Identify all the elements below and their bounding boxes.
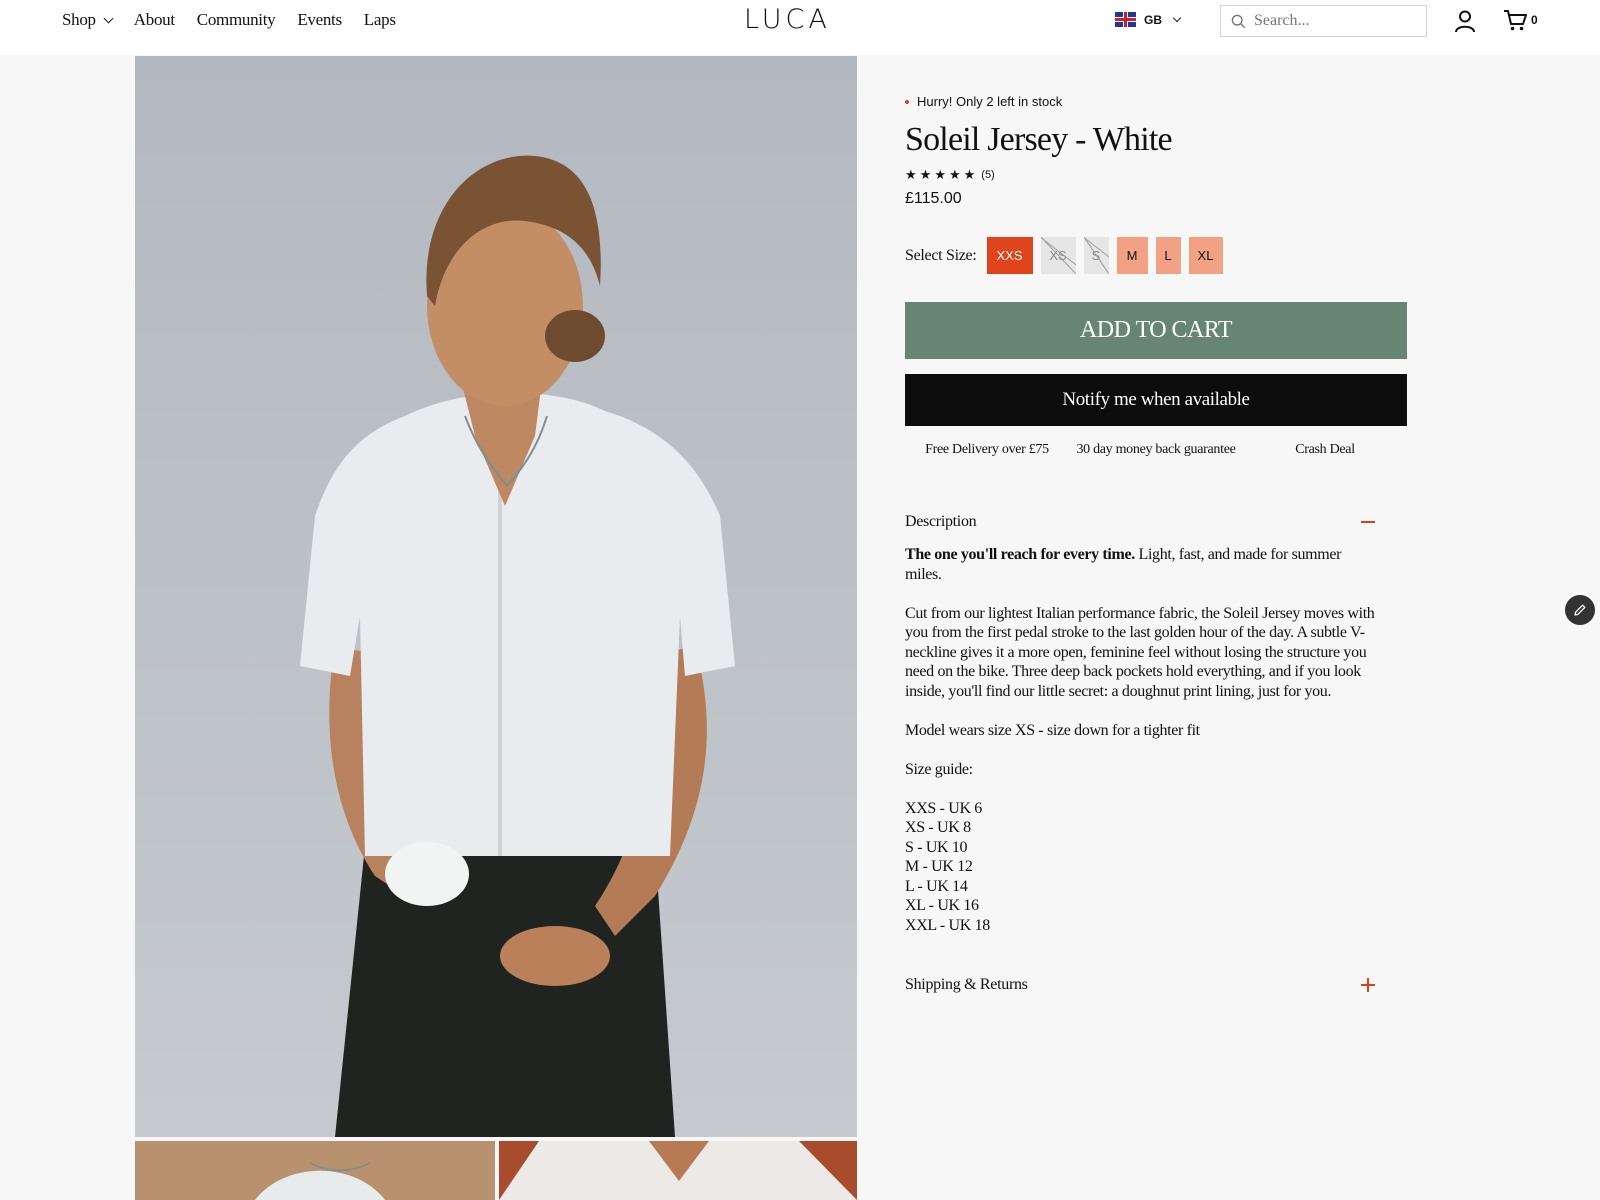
size-option-label: XL <box>1197 248 1214 263</box>
cart-icon <box>1504 10 1527 31</box>
product-price: £115.00 <box>905 190 962 207</box>
nav-events[interactable]: Events <box>297 10 342 30</box>
cart-button[interactable]: 0 <box>1502 7 1538 33</box>
account-icon[interactable] <box>1452 8 1478 34</box>
star-icon: ★ <box>934 167 946 182</box>
size-guide-item: XXS - UK 6 <box>905 799 982 817</box>
product-thumbnail-2[interactable] <box>499 1141 857 1200</box>
size-guide-item: S - UK 10 <box>905 838 968 856</box>
perk-money-back: 30 day money back guarantee <box>1076 442 1236 457</box>
perk-crash-deal[interactable]: Crash Deal <box>1243 441 1407 458</box>
star-icon: ★ <box>919 167 932 182</box>
size-selector: Select Size: XXS XS S M L XL <box>905 237 1231 274</box>
description-lead-bold: The one you'll reach for every time. <box>905 546 1135 563</box>
description-lead: The one you'll reach for every time. Lig… <box>905 545 1375 584</box>
nav-laps-label: Laps <box>363 10 396 29</box>
product-perks: Free Delivery over £75 30 day money back… <box>905 441 1407 458</box>
model-size-note: Model wears size XS - size down for a ti… <box>905 721 1200 739</box>
description-body: The one you'll reach for every time. Lig… <box>905 545 1375 935</box>
size-guide-item: XS - UK 8 <box>905 819 971 836</box>
size-option-label: M <box>1126 248 1138 263</box>
product-thumbnail-1[interactable] <box>135 1141 495 1200</box>
uk-flag-icon <box>1115 12 1136 27</box>
size-guide-item: XL - UK 16 <box>905 897 979 914</box>
main-nav: Shop About Community Events Laps <box>62 10 396 30</box>
search-input[interactable] <box>1254 12 1414 30</box>
chevron-down-icon <box>1172 13 1182 22</box>
locale-code: GB <box>1144 12 1162 27</box>
size-guide-item: L - UK 14 <box>905 877 968 895</box>
brand-logo[interactable]: LUCA <box>744 4 831 35</box>
size-guide-item: XXL - UK 18 <box>905 916 990 934</box>
size-guide-item: M - UK 12 <box>905 858 973 875</box>
review-count: (5) <box>981 168 995 181</box>
description-accordion-header[interactable]: Description <box>905 513 1375 531</box>
size-option-m[interactable]: M <box>1116 237 1148 274</box>
product-rating[interactable]: ★ ★ ★ ★ ★ (5) <box>905 168 995 181</box>
nav-community[interactable]: Community <box>197 10 276 30</box>
search-icon <box>1231 14 1246 28</box>
nav-about-label: About <box>133 10 175 29</box>
size-option-label: L <box>1164 248 1172 263</box>
size-option-s[interactable]: S <box>1083 237 1109 274</box>
size-label: Select Size: <box>905 246 977 264</box>
add-to-cart-button[interactable]: ADD TO CART <box>905 302 1407 359</box>
thumbnail-photo <box>135 1141 495 1200</box>
stock-notice: Hurry! Only 2 left in stock <box>905 94 1062 109</box>
star-icon: ★ <box>948 167 961 182</box>
cart-count: 0 <box>1531 13 1538 27</box>
size-guide-list: XXS - UK 6 XS - UK 8 S - UK 10 M - UK 12… <box>905 799 1375 936</box>
size-option-xs[interactable]: XS <box>1040 237 1076 274</box>
description-paragraph: Cut from our lightest Italian performanc… <box>905 604 1375 700</box>
sold-out-strike <box>1083 237 1109 274</box>
nav-laps[interactable]: Laps <box>364 10 396 30</box>
size-option-label: XXS <box>996 248 1023 263</box>
size-option-xl[interactable]: XL <box>1188 237 1223 274</box>
nav-about[interactable]: About <box>134 10 175 30</box>
shipping-accordion-header[interactable]: Shipping & Returns <box>905 976 1375 994</box>
site-header: Shop About Community Events Laps LUCA GB… <box>0 0 1600 55</box>
nav-community-label: Community <box>196 10 276 29</box>
stock-notice-text: Hurry! Only 2 left in stock <box>917 94 1063 109</box>
thumbnail-photo <box>499 1141 857 1200</box>
size-guide-title: Size guide: <box>905 760 973 778</box>
size-option-l[interactable]: L <box>1155 237 1181 274</box>
star-icon: ★ <box>963 167 976 182</box>
nav-events-label: Events <box>297 10 342 29</box>
edit-floating-button[interactable] <box>1565 595 1595 625</box>
minus-icon <box>1361 521 1375 523</box>
pencil-icon <box>1574 604 1586 616</box>
shipping-heading: Shipping & Returns <box>905 976 1028 993</box>
stock-dot-icon <box>905 99 909 104</box>
plus-icon <box>1361 978 1375 992</box>
product-title: Soleil Jersey - White <box>905 121 1173 158</box>
size-option-xxs[interactable]: XXS <box>986 237 1033 274</box>
nav-shop[interactable]: Shop <box>62 10 114 30</box>
star-icon: ★ <box>905 167 917 182</box>
description-heading: Description <box>905 513 977 530</box>
product-main-image[interactable] <box>135 56 857 1137</box>
notify-me-button[interactable]: Notify me when available <box>905 374 1407 426</box>
chevron-down-icon <box>103 13 114 23</box>
nav-shop-label: Shop <box>62 10 96 29</box>
sold-out-strike <box>1040 237 1076 274</box>
locale-selector[interactable]: GB <box>1115 12 1182 27</box>
perk-free-delivery: Free Delivery over £75 <box>925 442 1049 457</box>
search-box <box>1220 5 1427 37</box>
model-photo-illustration <box>135 56 857 1137</box>
